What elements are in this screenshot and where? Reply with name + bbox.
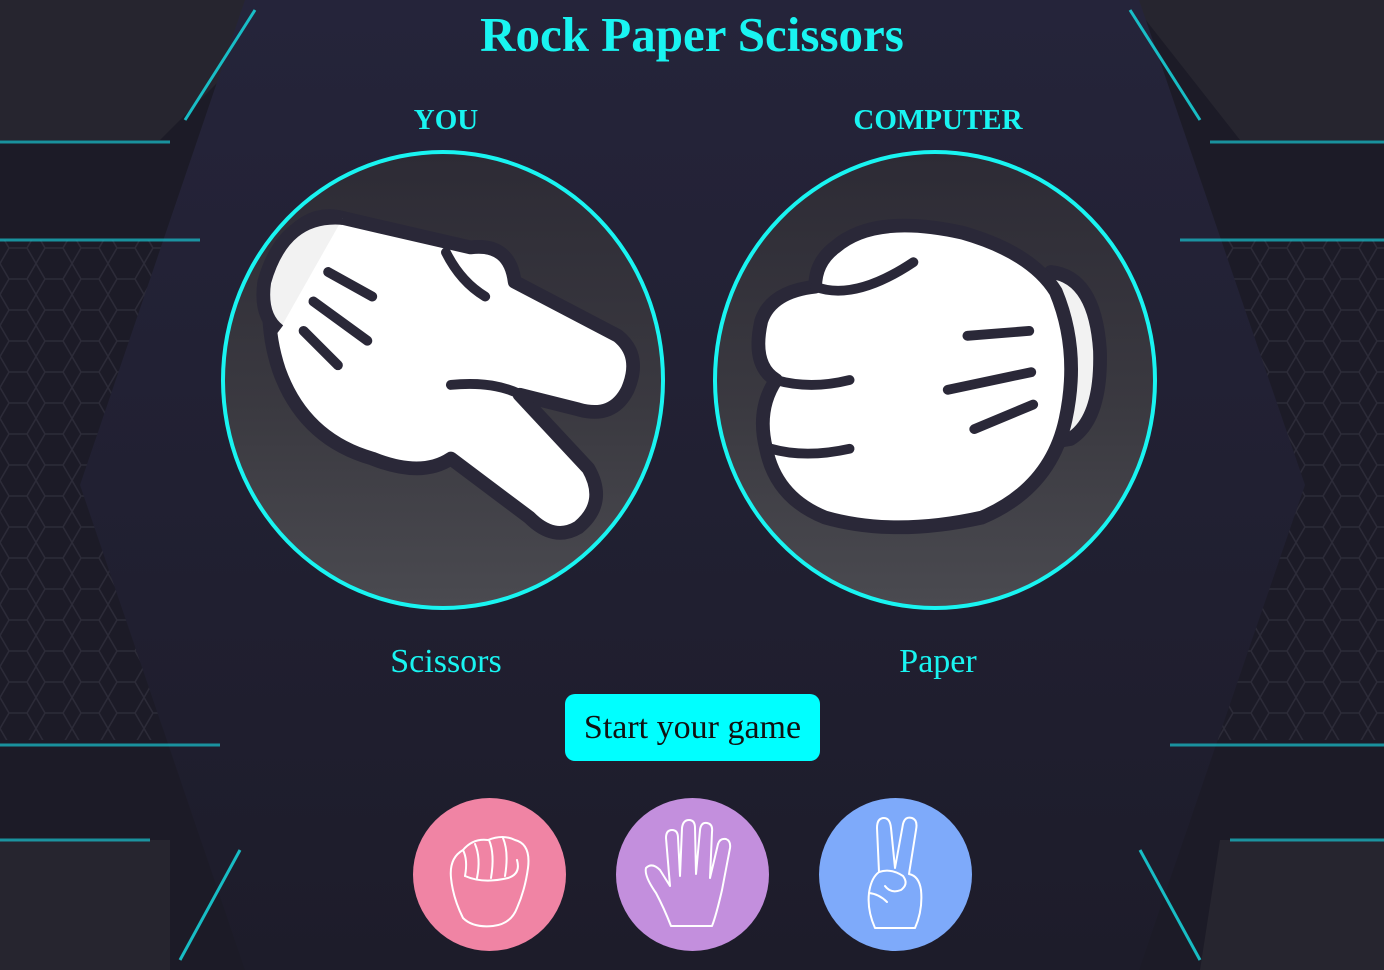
page-title: Rock Paper Scissors	[480, 7, 904, 62]
start-game-button[interactable]: Start your game	[565, 694, 820, 761]
scissors-hand-icon	[256, 209, 640, 540]
fist-hand-icon	[751, 218, 1107, 535]
scissors-option-button[interactable]	[819, 798, 972, 951]
computer-choice-text: Paper	[899, 643, 977, 680]
fist-icon	[449, 836, 530, 928]
player-choice-text: Scissors	[390, 643, 502, 680]
player-label-you: YOU	[413, 104, 479, 136]
peace-hand-icon	[867, 816, 923, 929]
paper-option-button[interactable]	[616, 798, 769, 951]
open-hand-icon	[644, 819, 732, 927]
player-label-computer: COMPUTER	[853, 104, 1023, 136]
computer-hand-display	[713, 150, 1157, 610]
player-hand-display	[221, 150, 665, 610]
rock-option-button[interactable]	[413, 798, 566, 951]
